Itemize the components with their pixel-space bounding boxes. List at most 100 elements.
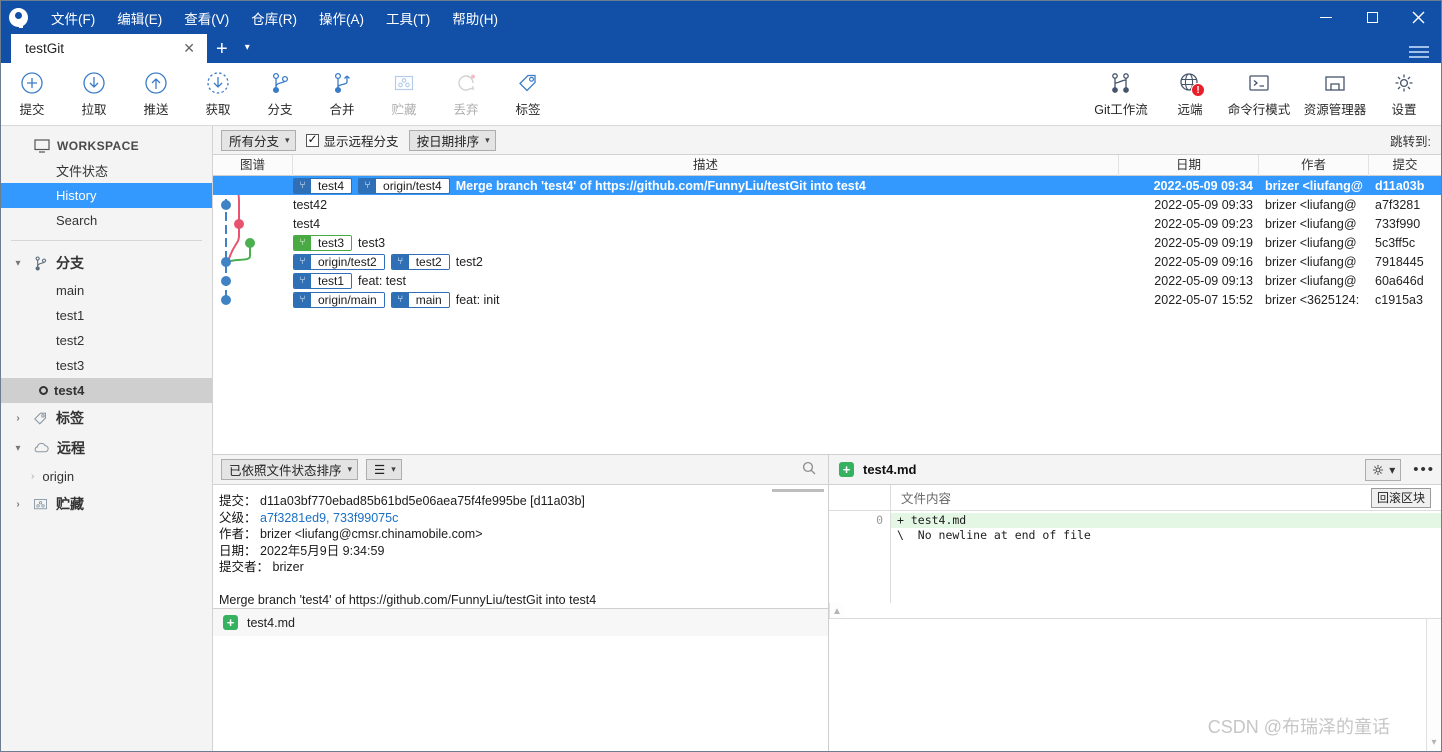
detail-value-parents[interactable]: a7f3281ed9, 733f99075c: [260, 511, 398, 525]
commit-message: feat: test: [358, 273, 406, 288]
sidebar-branch-test1[interactable]: test1: [1, 303, 212, 328]
tab-close-icon[interactable]: ✕: [179, 40, 199, 57]
menu-actions[interactable]: 操作(A): [308, 4, 375, 32]
panel-vertical-scrollbar[interactable]: ▾: [1426, 618, 1441, 751]
menu-tools[interactable]: 工具(T): [375, 4, 441, 32]
detail-label-date: 日期：: [219, 543, 257, 558]
table-row[interactable]: test4 2022-05-09 09:23 brizer <liufang@ …: [213, 214, 1441, 233]
bottom-split: 已依照文件状态排序 ▾ ☰ ▾ 提交： d11a03bf770ebad85b61…: [213, 454, 1441, 751]
branch-badge[interactable]: ⑂ main: [390, 291, 450, 308]
maximize-button[interactable]: [1349, 1, 1395, 34]
chevron-down-icon[interactable]: ▾: [1431, 737, 1436, 748]
close-button[interactable]: [1395, 1, 1441, 34]
branch-button[interactable]: 分支: [249, 65, 311, 124]
menu-file[interactable]: 文件(F): [40, 4, 106, 32]
menu-edit[interactable]: 编辑(E): [106, 4, 173, 32]
sidebar-item-label: History: [56, 188, 97, 203]
sidebar-branch-test4[interactable]: test4: [1, 378, 212, 403]
branch-badge[interactable]: ⑂ origin/test2: [293, 253, 385, 270]
tag-button[interactable]: 标签: [497, 65, 559, 124]
menu-view[interactable]: 查看(V): [173, 4, 240, 32]
branch-badge[interactable]: ⑂ test1: [293, 272, 353, 289]
branch-badge[interactable]: ⑂ test2: [390, 253, 450, 270]
commit-date: 2022-05-09 09:19: [1154, 235, 1253, 250]
diff-line-content[interactable]: + test4.md \ No newline at end of file: [891, 511, 1441, 603]
table-row[interactable]: ⑂ test4 ⑂ origin/test4 Merge branch 'tes…: [213, 176, 1441, 195]
changed-file-row[interactable]: + test4.md: [213, 608, 828, 636]
detail-line-author: 作者： brizer <liufang@cmsr.chinamobile.com…: [219, 526, 828, 543]
merge-button[interactable]: 合并: [311, 65, 373, 124]
branch-badge[interactable]: ⑂ test3: [293, 234, 353, 251]
table-row[interactable]: test42 2022-05-09 09:33 brizer <liufang@…: [213, 195, 1441, 214]
diff-vertical-scrollbar[interactable]: ▲: [829, 602, 844, 618]
sidebar-branch-label: main: [56, 283, 85, 298]
commit-hash: c1915a3: [1375, 292, 1423, 307]
sidebar-group-remotes[interactable]: ▾ 远程: [1, 433, 212, 463]
column-header-commit[interactable]: 提交: [1369, 155, 1441, 176]
file-added-icon: +: [839, 462, 854, 477]
commit-detail-toolbar: 已依照文件状态排序 ▾ ☰ ▾: [213, 455, 828, 485]
sidebar-group-branches[interactable]: ▾ 分支: [1, 248, 212, 278]
diff-content-area: 文件内容 回滚区块 0 + test4.md \ No newline at e…: [829, 484, 1441, 619]
sidebar-remote-origin[interactable]: › origin: [1, 463, 212, 489]
new-tab-button[interactable]: +: [207, 36, 237, 63]
table-row[interactable]: ⑂ test1 feat: test 2022-05-09 09:13 briz…: [213, 271, 1441, 290]
sidebar-item-history[interactable]: History: [1, 183, 212, 208]
gitflow-button[interactable]: Git工作流: [1083, 65, 1159, 124]
sidebar-branch-test2[interactable]: test2: [1, 328, 212, 353]
table-row[interactable]: ⑂ origin/test2 ⑂ test2 test2 2022-05-09 …: [213, 252, 1441, 271]
tab-testgit[interactable]: testGit ✕: [11, 34, 207, 63]
remote-button[interactable]: ! 远端: [1159, 65, 1221, 124]
branch-badge[interactable]: ⑂ test4: [293, 177, 353, 194]
minimize-button[interactable]: [1303, 1, 1349, 34]
column-header-description[interactable]: 描述: [293, 154, 1119, 176]
menu-help[interactable]: 帮助(H): [441, 4, 509, 32]
stash-button[interactable]: 贮藏: [373, 65, 435, 124]
fetch-button[interactable]: 获取: [187, 65, 249, 124]
diff-settings-button[interactable]: ▾: [1365, 458, 1402, 481]
app-menu-button[interactable]: [1409, 46, 1429, 58]
sidebar-branch-test3[interactable]: test3: [1, 353, 212, 378]
pull-button[interactable]: 拉取: [63, 65, 125, 124]
commit-list[interactable]: ⑂ test4 ⑂ origin/test4 Merge branch 'tes…: [213, 176, 1441, 454]
column-header-graph[interactable]: 图谱: [213, 154, 293, 176]
branch-badge[interactable]: ⑂ origin/main: [293, 291, 385, 308]
sort-order-dropdown[interactable]: 按日期排序 ▾: [408, 129, 496, 151]
sidebar-branch-label: test1: [56, 308, 85, 323]
detail-scrollbar[interactable]: [772, 489, 824, 492]
sidebar-item-file-status[interactable]: 文件状态: [1, 158, 212, 183]
commit-button[interactable]: 提交: [1, 65, 63, 124]
settings-button[interactable]: 设置: [1373, 65, 1435, 124]
sidebar-item-search[interactable]: Search: [1, 208, 212, 233]
discard-button[interactable]: 丢弃: [435, 65, 497, 124]
sidebar-group-label: 标签: [56, 410, 84, 426]
table-row[interactable]: ⑂ origin/main ⑂ main feat: init 2022-05-…: [213, 290, 1441, 309]
file-sort-dropdown[interactable]: 已依照文件状态排序 ▾: [221, 459, 359, 480]
monitor-icon: [34, 139, 50, 153]
sidebar-branch-main[interactable]: main: [1, 278, 212, 303]
column-header-date[interactable]: 日期: [1119, 154, 1259, 176]
search-icon[interactable]: [802, 461, 816, 478]
sidebar-branch-label: test4: [54, 383, 85, 398]
fetch-button-label: 获取: [205, 103, 231, 117]
diff-more-button[interactable]: •••: [1413, 461, 1435, 478]
commit-button-label: 提交: [19, 103, 45, 117]
menu-bar: 文件(F) 编辑(E) 查看(V) 仓库(R) 操作(A) 工具(T) 帮助(H…: [40, 1, 509, 34]
sidebar-group-tags[interactable]: › 标签: [1, 403, 212, 433]
branch-badge[interactable]: ⑂ origin/test4: [358, 177, 450, 194]
branch-filter-dropdown[interactable]: 所有分支 ▾: [221, 129, 296, 151]
menu-repository[interactable]: 仓库(R): [240, 4, 308, 32]
sidebar-group-stashes[interactable]: › 贮藏: [1, 489, 212, 519]
diff-panel: + test4.md ▾ ••• 文件内容 回滚区块 0 + test4.md …: [829, 455, 1441, 751]
rollback-hunk-button[interactable]: 回滚区块: [1370, 487, 1431, 508]
table-row[interactable]: ⑂ test3 test3 2022-05-09 09:19 brizer <l…: [213, 233, 1441, 252]
push-button[interactable]: 推送: [125, 65, 187, 124]
terminal-button[interactable]: 命令行模式: [1221, 65, 1297, 124]
branch-badge-label: test3: [311, 235, 352, 250]
view-mode-dropdown[interactable]: ☰ ▾: [366, 459, 402, 480]
column-header-author[interactable]: 作者: [1259, 154, 1369, 176]
main-panel: 所有分支 ▾ 显示远程分支 按日期排序 ▾ 跳转到: 图谱 描述 日期 作者 提…: [213, 126, 1441, 751]
show-remote-branches-checkbox[interactable]: 显示远程分支: [305, 131, 399, 150]
tab-dropdown-icon[interactable]: ▾: [237, 33, 258, 63]
explorer-button[interactable]: 资源管理器: [1297, 65, 1373, 124]
